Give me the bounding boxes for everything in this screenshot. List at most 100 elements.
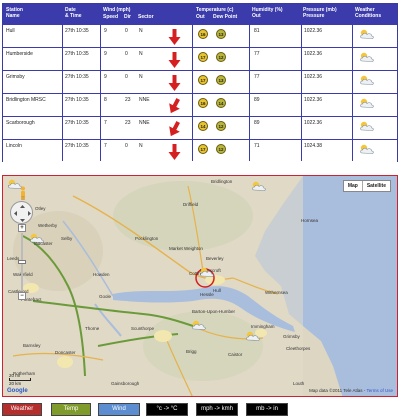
- direction-cell: 0: [125, 74, 128, 80]
- weather-marker-icon[interactable]: [191, 319, 207, 332]
- place-label: Driffield: [183, 202, 199, 207]
- header-station: Station Name: [6, 7, 23, 19]
- place-label: Beverley: [206, 256, 224, 261]
- direction-cell: 0: [125, 28, 128, 34]
- date-cell: 27th 10:35: [65, 51, 89, 57]
- speed-unit-toggle-button[interactable]: mph -> kmh: [196, 403, 238, 416]
- header-temperature: Temperature (c): [196, 7, 234, 13]
- temp-button[interactable]: Temp: [51, 403, 91, 416]
- pressure-cell: 1022.36: [304, 28, 323, 34]
- sector-cell: N: [139, 28, 143, 34]
- speed-cell: 9: [104, 74, 107, 80]
- partly-cloudy-icon: [359, 74, 375, 87]
- dewpoint-badge: 12: [216, 144, 226, 154]
- humidity-cell: 89: [254, 97, 260, 103]
- place-label: Pocklington: [135, 236, 159, 241]
- header-date: Date & Time: [65, 7, 82, 19]
- speed-cell: 7: [104, 120, 107, 126]
- zoom-out-button[interactable]: −: [18, 292, 26, 300]
- sector-cell: N: [139, 143, 143, 149]
- pressure-cell: 1022.36: [304, 120, 323, 126]
- map-canvas[interactable]: [3, 176, 398, 397]
- station-cell: Grimsby: [6, 74, 25, 80]
- pressure-cell: 1022.36: [304, 51, 323, 57]
- place-label: Bridlington: [211, 179, 233, 184]
- speed-cell: 9: [104, 51, 107, 57]
- zoom-control[interactable]: + −: [18, 224, 26, 300]
- map-scale: 20 mi 20 km: [9, 373, 31, 386]
- header-dir: Dir: [124, 14, 131, 20]
- header-dewpoint: Dew Point: [213, 14, 238, 20]
- humidity-cell: 89: [254, 120, 260, 126]
- date-cell: 27th 10:35: [65, 28, 89, 34]
- weather-marker-icon[interactable]: [251, 180, 267, 193]
- header-wind: Wind (mph): [103, 7, 131, 13]
- place-label: Otley: [35, 206, 46, 211]
- date-cell: 27th 10:35: [65, 143, 89, 149]
- temperature-badge: 16: [198, 29, 208, 39]
- dewpoint-badge: 13: [216, 29, 226, 39]
- scale-km: 20 km: [9, 381, 22, 386]
- temperature-badge: 17: [198, 75, 208, 85]
- temperature-badge: 17: [198, 144, 208, 154]
- place-label: Withernsea: [265, 290, 288, 295]
- station-cell: Bridlington MRSC: [6, 97, 46, 103]
- place-label: Wetherby: [38, 223, 58, 228]
- wind-button[interactable]: Wind: [98, 403, 140, 416]
- weather-marker-icon[interactable]: [199, 266, 215, 279]
- place-label: Louth: [293, 381, 305, 386]
- station-cell: Lincoln: [6, 143, 22, 149]
- direction-cell: 23: [125, 120, 131, 126]
- map[interactable]: BridlingtonDriffieldHornseaYorkBeverleyC…: [2, 175, 398, 397]
- temperature-badge: 16: [198, 98, 208, 108]
- wind-arrow-icon: [168, 97, 181, 114]
- place-label: Cleethorpes: [286, 346, 311, 351]
- pressure-unit-toggle-button[interactable]: mb -> in: [246, 403, 288, 416]
- pressure-cell: 1022.36: [304, 74, 323, 80]
- temperature-badge: 14: [198, 121, 208, 131]
- pegman-icon[interactable]: [19, 186, 27, 200]
- speed-cell: 7: [104, 143, 107, 149]
- google-logo[interactable]: Google: [7, 388, 28, 394]
- wind-arrow-icon: [168, 75, 181, 91]
- dewpoint-badge: 13: [216, 75, 226, 85]
- partly-cloudy-icon: [359, 120, 375, 133]
- celsius-toggle-button[interactable]: °c -> °C: [146, 403, 188, 416]
- humidity-cell: 71: [254, 143, 260, 149]
- header-humidity: Humidity (%) Out: [252, 7, 283, 19]
- pan-arrows-icon[interactable]: [11, 202, 34, 225]
- zoom-in-button[interactable]: +: [18, 224, 26, 232]
- humidity-cell: 77: [254, 51, 260, 57]
- station-cell: Hull: [6, 28, 15, 34]
- header-pressure: Pressure (mb) Pressure: [303, 7, 337, 19]
- weather-button[interactable]: Weather: [2, 403, 42, 416]
- humidity-cell: 81: [254, 28, 260, 34]
- place-label: Hull: [213, 288, 221, 293]
- date-cell: 27th 10:35: [65, 120, 89, 126]
- pan-control[interactable]: [10, 201, 33, 224]
- place-label: Barton-Upon-Humber: [192, 309, 236, 314]
- zoom-slider[interactable]: [18, 260, 26, 264]
- speed-cell: 9: [104, 28, 107, 34]
- sector-cell: NNE: [139, 120, 150, 126]
- weather-marker-icon[interactable]: [245, 330, 261, 343]
- wind-arrow-icon: [168, 120, 181, 137]
- dewpoint-badge: 12: [216, 121, 226, 131]
- map-type-map-button[interactable]: Map: [343, 181, 363, 191]
- map-type-control[interactable]: Map Satellite: [342, 180, 391, 192]
- direction-cell: 0: [125, 143, 128, 149]
- header-speed: Speed: [103, 14, 119, 20]
- header-sector: Sector: [138, 14, 154, 20]
- dewpoint-badge: 14: [216, 98, 226, 108]
- place-label: Doncaster: [55, 350, 76, 355]
- place-label: Thorne: [85, 326, 100, 331]
- place-label: Hessle: [200, 292, 214, 297]
- place-label: Barnsley: [23, 343, 41, 348]
- terms-link[interactable]: Terms of Use: [366, 388, 393, 393]
- pressure-cell: 1022.36: [304, 97, 323, 103]
- sector-cell: N: [139, 51, 143, 57]
- header-conditions: Weather Conditions: [355, 7, 382, 19]
- map-type-satellite-button[interactable]: Satellite: [363, 181, 390, 191]
- weather-marker-icon[interactable]: [29, 232, 45, 245]
- wind-arrow-icon: [168, 29, 181, 45]
